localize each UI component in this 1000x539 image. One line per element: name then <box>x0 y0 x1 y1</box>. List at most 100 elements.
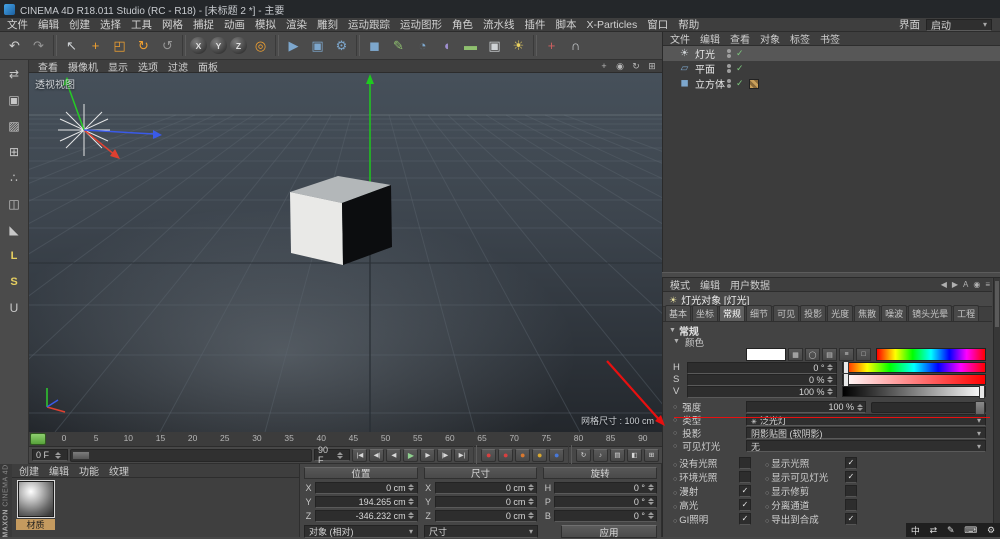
spinner[interactable] <box>827 387 834 397</box>
saturation-field[interactable]: 0 % <box>687 373 837 386</box>
spinner[interactable] <box>647 497 654 507</box>
om-menu-file[interactable]: 文件 <box>665 31 695 46</box>
scale-x-field[interactable]: 0 cm <box>434 481 538 494</box>
add-spline-button[interactable]: ✎ <box>387 34 410 57</box>
value-slider[interactable] <box>841 385 986 399</box>
separate-pass-checkbox[interactable] <box>845 499 857 511</box>
spinner[interactable] <box>408 483 415 493</box>
add-generator-button[interactable]: ◔ <box>411 34 434 57</box>
rotate-view-icon[interactable]: ↻ <box>630 61 642 72</box>
menu-create[interactable]: 创建 <box>64 18 95 32</box>
menu-render[interactable]: 渲染 <box>281 18 312 32</box>
vp-menu-options[interactable]: 选项 <box>133 59 163 74</box>
add-cube-button[interactable]: ◼ <box>363 34 386 57</box>
timeline-ruler[interactable]: 05 10 15 20 25 30 35 40 45 50 55 60 65 70 75 80… <box>29 432 662 447</box>
color-param-label[interactable]: 颜色 <box>673 335 746 349</box>
add-camera-button[interactable]: ▣ <box>483 34 506 57</box>
tab-general[interactable]: 常规 <box>719 305 746 321</box>
visibility-dots[interactable] <box>727 64 731 73</box>
tab-project[interactable]: 工程 <box>953 305 980 321</box>
view-options-button[interactable]: ◧ <box>626 448 642 462</box>
menu-mograph[interactable]: 运动图形 <box>395 18 447 32</box>
ime-pen-icon[interactable]: ✎ <box>947 525 955 536</box>
position-header[interactable]: 位置 <box>304 467 418 480</box>
show-illumination-checkbox[interactable]: ✓ <box>845 457 857 469</box>
menu-file[interactable]: 文件 <box>2 18 33 32</box>
visibility-dots[interactable] <box>727 49 731 58</box>
mat-menu-texture[interactable]: 纹理 <box>104 463 134 478</box>
menu-simulate[interactable]: 模拟 <box>250 18 281 32</box>
preferences-button[interactable]: ⊞ <box>643 448 659 462</box>
color-swatches-icon[interactable]: ▦ <box>788 348 803 361</box>
specular-checkbox[interactable]: ✓ <box>739 499 751 511</box>
render-view-button[interactable]: ▶ <box>282 34 305 57</box>
tab-caustics[interactable]: 焦散 <box>854 305 881 321</box>
text-mode-icon[interactable]: A <box>963 280 968 289</box>
start-frame-field[interactable]: 0 F <box>32 449 69 461</box>
z-axis-lock-button[interactable]: Z <box>230 37 247 54</box>
menu-character[interactable]: 角色 <box>447 18 478 32</box>
spinner[interactable] <box>647 511 654 521</box>
menu-xparticles[interactable]: X-Particles <box>582 18 643 32</box>
scale-tool[interactable]: ◰ <box>108 34 131 57</box>
material-thumbnail[interactable] <box>17 480 55 518</box>
position-x-field[interactable]: 0 cm <box>315 481 418 494</box>
rotation-header[interactable]: 旋转 <box>543 467 658 480</box>
spinner[interactable] <box>527 483 534 493</box>
spinner[interactable] <box>408 497 415 507</box>
play-button[interactable]: ▶ <box>403 448 419 462</box>
y-axis-handle[interactable] <box>366 74 374 195</box>
spinner[interactable] <box>647 483 654 493</box>
visibility-dots[interactable] <box>727 79 731 88</box>
menu-animate[interactable]: 动画 <box>219 18 250 32</box>
sound-toggle-button[interactable]: ♪ <box>592 448 608 462</box>
vp-menu-cameras[interactable]: 摄像机 <box>63 59 103 74</box>
nav-forward-icon[interactable]: ▶ <box>952 280 958 289</box>
next-frame-button[interactable]: ▶ <box>420 448 436 462</box>
timeline-range-slider[interactable] <box>70 448 312 462</box>
snap-magnet-button[interactable]: ∩ <box>564 34 587 57</box>
workplane-mode-button[interactable]: ⊞ <box>3 141 25 163</box>
render-picture-viewer-button[interactable]: ▣ <box>306 34 329 57</box>
axis-workplane-button[interactable]: + <box>540 34 563 57</box>
record-position-button[interactable]: ● <box>515 448 531 462</box>
value-field[interactable]: 100 % <box>687 385 837 398</box>
spinner[interactable] <box>527 511 534 521</box>
add-floor-button[interactable]: ▬ <box>459 34 482 57</box>
mat-menu-function[interactable]: 功能 <box>74 463 104 478</box>
am-menu-edit[interactable]: 编辑 <box>695 277 725 292</box>
no-illumination-checkbox[interactable] <box>739 457 751 469</box>
cube-object[interactable] <box>290 176 392 265</box>
color-sliders-icon[interactable]: ≡ <box>839 348 854 361</box>
record-rotation-button[interactable]: ● <box>549 448 565 462</box>
object-row-cube[interactable]: ◼ 立方体 ✓ <box>663 76 1000 91</box>
intensity-slider[interactable] <box>871 400 986 415</box>
layout-select[interactable]: 启动 <box>926 18 992 32</box>
coord-mode-select[interactable]: 对象 (相对) <box>304 525 418 538</box>
model-mode-button[interactable]: ▣ <box>3 89 25 111</box>
workplane-lock-button[interactable]: U <box>3 297 25 319</box>
om-menu-tags[interactable]: 标签 <box>785 31 815 46</box>
om-menu-view[interactable]: 查看 <box>725 31 755 46</box>
om-menu-edit[interactable]: 编辑 <box>695 31 725 46</box>
move-tool[interactable]: + <box>84 34 107 57</box>
menu-plugins[interactable]: 插件 <box>520 18 551 32</box>
scrollbar-thumb[interactable] <box>995 281 999 327</box>
texture-tag-icon[interactable] <box>748 78 759 89</box>
om-menu-bookmarks[interactable]: 书签 <box>815 31 845 46</box>
render-settings-button[interactable]: ⚙ <box>330 34 353 57</box>
menu-script[interactable]: 脚本 <box>551 18 582 32</box>
scale-y-field[interactable]: 0 cm <box>434 495 538 508</box>
vp-menu-panel[interactable]: 面板 <box>193 59 223 74</box>
record-keyframe-button[interactable]: ● <box>481 448 497 462</box>
goto-end-button[interactable]: ▶| <box>454 448 470 462</box>
spinner[interactable] <box>827 375 834 385</box>
show-visible-light-checkbox[interactable]: ✓ <box>845 471 857 483</box>
tab-photometric[interactable]: 光度 <box>827 305 854 321</box>
y-axis-lock-button[interactable]: Y <box>210 37 227 54</box>
tab-noise[interactable]: 噪波 <box>881 305 908 321</box>
enable-check-icon[interactable]: ✓ <box>736 48 744 59</box>
record-scale-button[interactable]: ● <box>532 448 548 462</box>
menu-select[interactable]: 选择 <box>95 18 126 32</box>
gi-illumination-checkbox[interactable]: ✓ <box>739 513 751 525</box>
